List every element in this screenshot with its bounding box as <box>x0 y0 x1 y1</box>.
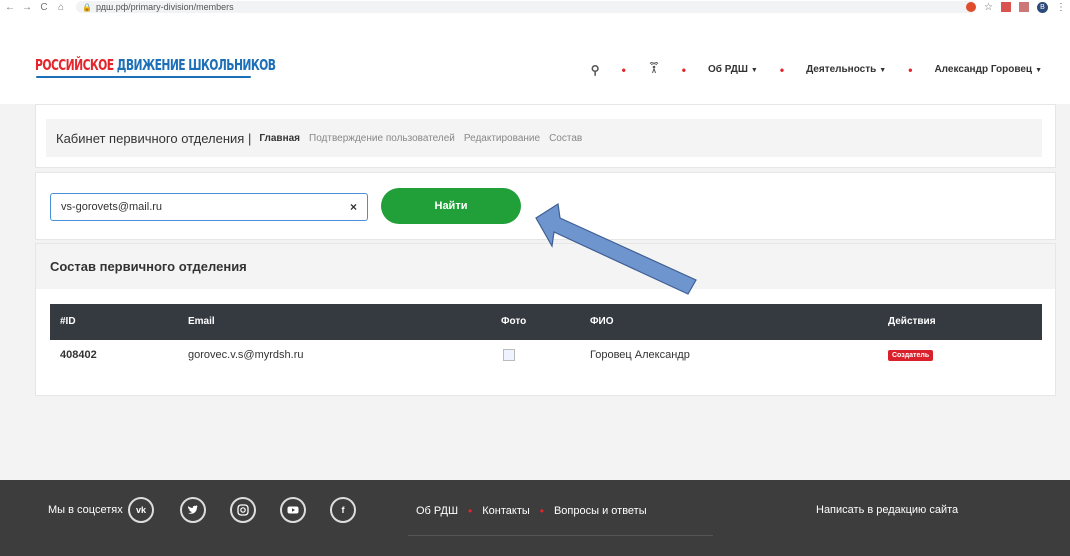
back-button[interactable]: ← <box>3 2 17 13</box>
footer-separator: • <box>468 504 473 518</box>
column-email: Email <box>188 316 215 327</box>
logo-part1: РОССИЙСКОЕ <box>35 56 114 74</box>
nav-separator: • <box>681 62 686 77</box>
instagram-icon[interactable] <box>230 497 256 523</box>
members-title: Состав первичного отделения <box>50 259 247 274</box>
star-icon[interactable]: ☆ <box>984 2 993 13</box>
chevron-down-icon: ▼ <box>750 67 758 74</box>
annotation-arrow <box>535 202 697 295</box>
search-input[interactable]: vs-gorovets@mail.ru × <box>50 193 368 221</box>
column-actions: Действия <box>888 316 936 327</box>
search-value: vs-gorovets@mail.ru <box>61 201 163 213</box>
address-bar[interactable]: 🔒 рдш.рф/primary-division/members <box>76 1 976 13</box>
main-nav: ⚲ • • Об РДШ ▼ • Деятельность ▼ • Александ… <box>591 61 1042 77</box>
extension-icon[interactable] <box>966 2 977 12</box>
site-header: РОССИЙСКОЕ ДВИЖЕНИЕ ШКОЛЬНИКОВ ⚲ • • Об … <box>0 14 1070 104</box>
clear-icon[interactable]: × <box>350 200 357 214</box>
footer-links: Об РДШ • Контакты • Вопросы и ответы <box>416 504 647 518</box>
footer-link-faq[interactable]: Вопросы и ответы <box>554 505 647 517</box>
nav-user[interactable]: Александр Горовец ▼ <box>934 64 1042 75</box>
nav-about-label: Об РДШ <box>707 64 748 75</box>
column-photo: Фото <box>501 316 527 327</box>
footer-divider <box>408 535 713 536</box>
search-icon[interactable]: ⚲ <box>591 63 600 77</box>
home-button[interactable]: ⌂ <box>54 2 68 13</box>
nav-about[interactable]: Об РДШ ▼ <box>708 64 758 75</box>
nav-separator: • <box>779 62 785 77</box>
twitter-icon[interactable] <box>180 497 206 523</box>
tab-members[interactable]: Состав <box>549 133 582 144</box>
table-header: #ID Email Фото ФИО Действия <box>50 304 1042 340</box>
tab-edit[interactable]: Редактирование <box>464 133 540 144</box>
broadcast-icon[interactable] <box>648 61 660 77</box>
cell-id: 408402 <box>60 349 97 361</box>
browser-extensions: ☆ В ⋮ <box>966 0 1066 14</box>
cabinet-card: Кабинет первичного отделения | Главная П… <box>35 104 1056 168</box>
logo-underline <box>36 76 251 78</box>
footer-link-contacts[interactable]: Контакты <box>482 505 530 517</box>
vk-icon[interactable]: vk <box>128 497 154 523</box>
role-badge[interactable]: Создатель <box>888 350 934 361</box>
footer-link-write[interactable]: Написать в редакцию сайта <box>816 504 958 516</box>
site-footer: Мы в соцсетях vk f Об РДШ • Контакты • В… <box>0 480 1070 556</box>
nav-user-label: Александр Горовец <box>934 64 1033 75</box>
find-button[interactable]: Найти <box>381 188 521 224</box>
menu-icon[interactable]: ⋮ <box>1056 2 1066 13</box>
footer-link-about[interactable]: Об РДШ <box>416 505 458 517</box>
profile-avatar[interactable]: В <box>1037 1 1048 13</box>
reload-button[interactable]: C <box>37 2 51 13</box>
extension-icon[interactable] <box>1001 2 1011 12</box>
chevron-down-icon: ▼ <box>879 67 887 74</box>
table-row: 408402 gorovec.v.s@myrdsh.ru Горовец Але… <box>50 340 1042 372</box>
youtube-icon[interactable] <box>280 497 306 523</box>
social-label: Мы в соцсетях <box>48 504 123 516</box>
url-text: рдш.рф/primary-division/members <box>95 2 234 12</box>
nav-separator: • <box>621 62 626 77</box>
cabinet-menu: Кабинет первичного отделения | Главная П… <box>46 119 1042 157</box>
site-logo[interactable]: РОССИЙСКОЕ ДВИЖЕНИЕ ШКОЛЬНИКОВ <box>35 56 276 74</box>
nav-separator: • <box>908 62 913 77</box>
cabinet-title: Кабинет первичного отделения | <box>56 130 252 146</box>
cell-name: Горовец Александр <box>590 349 690 361</box>
broken-image-icon <box>503 349 515 361</box>
forward-button[interactable]: → <box>20 2 34 13</box>
chevron-down-icon: ▼ <box>1035 67 1042 74</box>
lock-icon: 🔒 <box>82 2 92 12</box>
tab-user-confirmation[interactable]: Подтверждение пользователей <box>309 133 455 144</box>
tab-main[interactable]: Главная <box>259 133 300 144</box>
extension-icon[interactable] <box>1019 2 1029 12</box>
nav-activity-label: Деятельность <box>806 64 877 75</box>
column-id: #ID <box>60 316 76 327</box>
nav-activity[interactable]: Деятельность ▼ <box>806 64 886 75</box>
footer-separator: • <box>539 504 544 518</box>
facebook-icon[interactable]: f <box>330 497 356 523</box>
browser-bar: ← → C ⌂ 🔒 рдш.рф/primary-division/member… <box>0 0 1070 14</box>
logo-part2: ДВИЖЕНИЕ ШКОЛЬНИКОВ <box>116 56 276 74</box>
column-name: ФИО <box>590 316 614 327</box>
cell-email: gorovec.v.s@myrdsh.ru <box>188 349 304 361</box>
